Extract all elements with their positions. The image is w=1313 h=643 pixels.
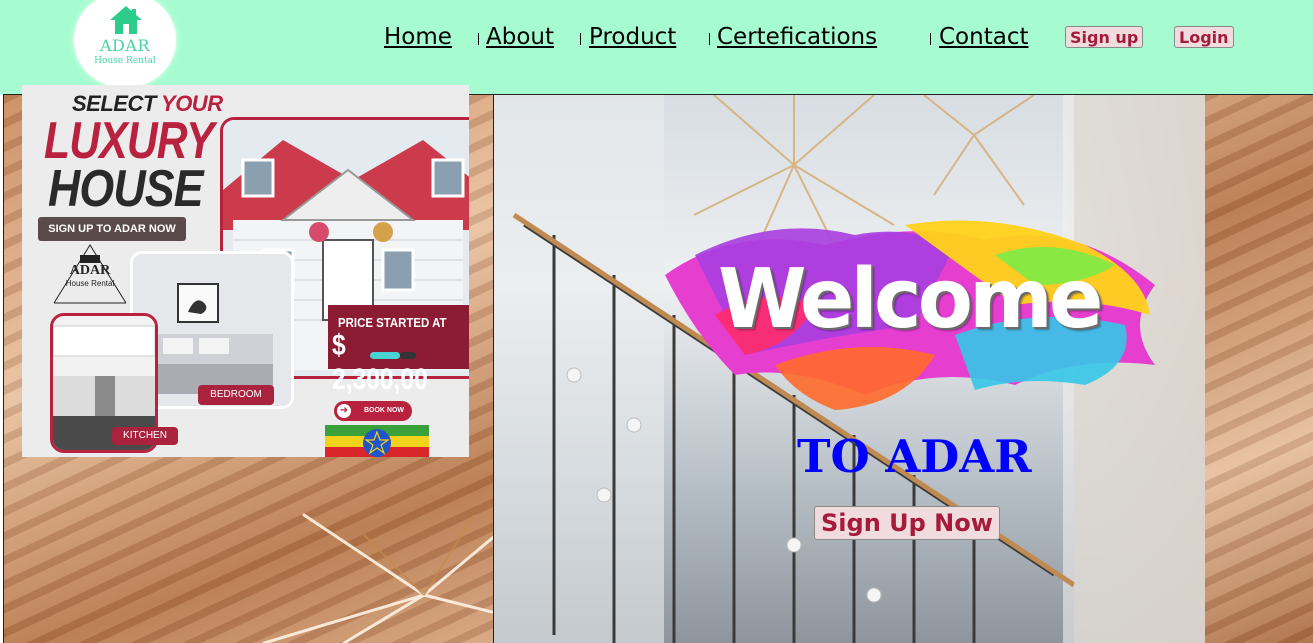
house-icon (110, 6, 142, 34)
promo-banner[interactable]: SELECT YOUR LUXURY HOUSE SIGN UP TO ADAR… (22, 85, 469, 457)
promo-bedroom-tag: BEDROOM (198, 385, 274, 405)
nav-separator (709, 33, 710, 45)
ethiopia-flag-icon (325, 425, 429, 457)
carousel-indicator-active[interactable] (370, 352, 400, 359)
nav-certifications-link[interactable]: Certefications (717, 24, 877, 50)
promo-signup-tag: SIGN UP TO ADAR NOW (38, 217, 186, 241)
promo-logo-subtitle: House Rental (65, 279, 115, 288)
nav-separator (478, 33, 479, 45)
nav-contact-link[interactable]: Contact (939, 24, 1028, 50)
signup-now-button[interactable]: Sign Up Now (814, 506, 1000, 540)
promo-price-label: PRICE STARTED AT (338, 315, 447, 330)
site-logo[interactable]: ADAR House Rental (76, 0, 174, 86)
promo-kitchen-tag: KITCHEN (112, 427, 178, 445)
carousel-indicator[interactable] (400, 352, 416, 359)
to-adar-heading: TO ADAR (797, 430, 1032, 483)
promo-heading-house: HOUSE (48, 160, 204, 218)
nav-home-link[interactable]: Home (384, 24, 452, 50)
logo-name: ADAR (100, 36, 150, 55)
nav-separator (930, 33, 931, 45)
promo-logo-name: ADAR (69, 263, 111, 278)
promo-price: $ 2,300,00 (332, 329, 428, 396)
nav-product-link[interactable]: Product (589, 24, 676, 50)
nav-about-link[interactable]: About (486, 24, 554, 50)
logo-subtitle: House Rental (94, 56, 156, 66)
arrow-right-icon: ➜ (337, 404, 351, 418)
site-header: ADAR House Rental Home About Product Cer… (0, 0, 1313, 94)
nav-separator (580, 33, 581, 45)
signup-button[interactable]: Sign up (1065, 26, 1144, 48)
welcome-heading: Welcome (718, 252, 1103, 347)
login-button[interactable]: Login (1174, 26, 1234, 48)
